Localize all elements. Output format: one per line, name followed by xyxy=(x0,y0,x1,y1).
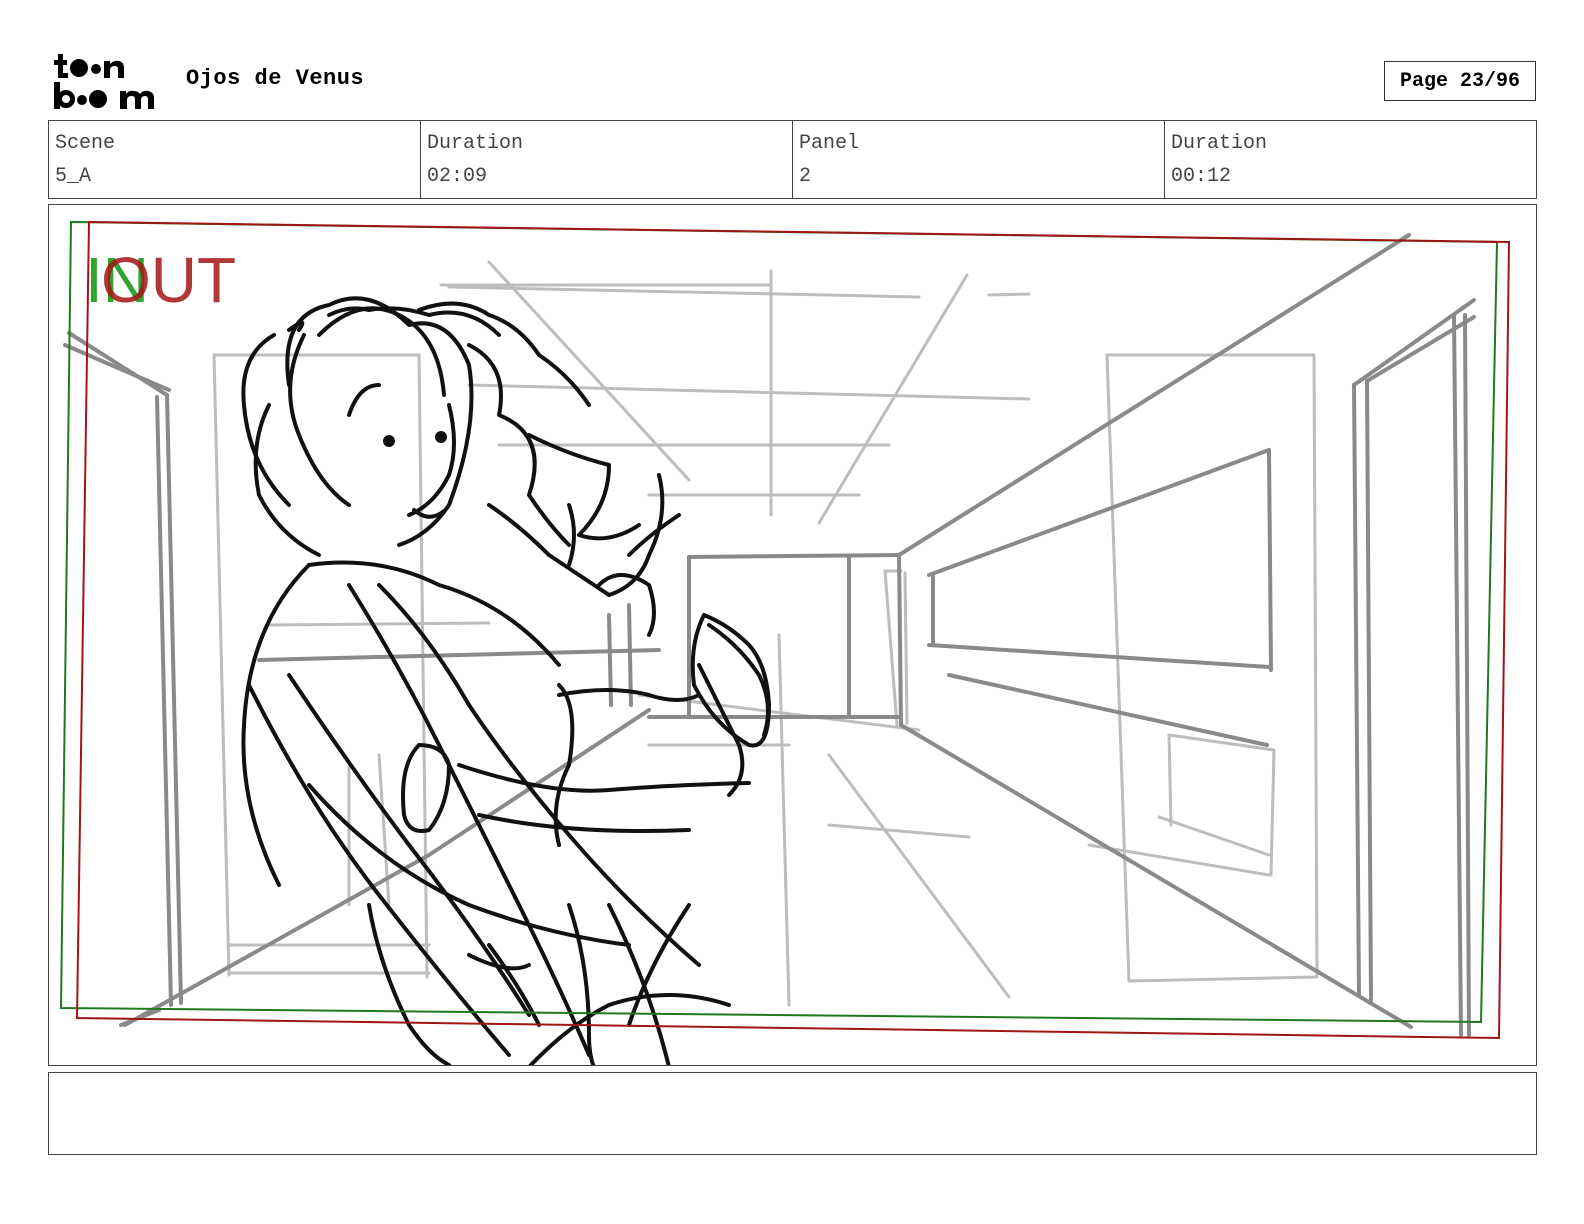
scene-duration-label: Duration xyxy=(427,132,524,155)
out-label: OUT xyxy=(101,244,237,316)
toon-boom-logo xyxy=(54,54,154,109)
out-frame-guide xyxy=(75,220,1511,1040)
storyboard-panel: IN OUT xyxy=(48,204,1537,1066)
project-title: Ojos de Venus xyxy=(186,66,365,91)
page-number: Page 23/96 xyxy=(1384,61,1536,101)
panel-duration-value: 00:12 xyxy=(1171,165,1232,188)
panel-cell: Panel 2 xyxy=(793,121,1165,198)
storyboard-sketch xyxy=(59,220,1511,1065)
panel-value: 2 xyxy=(799,165,812,188)
panel-notes[interactable] xyxy=(48,1072,1537,1155)
scene-label: Scene xyxy=(55,132,116,155)
scene-value: 5_A xyxy=(55,165,92,188)
scene-duration-cell: Duration 02:09 xyxy=(421,121,793,198)
in-frame-guide xyxy=(59,220,1499,1024)
scene-duration-value: 02:09 xyxy=(427,165,488,188)
panel-label: Panel xyxy=(799,132,860,155)
panel-duration-label: Duration xyxy=(1171,132,1268,155)
panel-duration-cell: Duration 00:12 xyxy=(1165,121,1536,198)
scene-cell: Scene 5_A xyxy=(49,121,421,198)
panel-info-table: Scene 5_A Duration 02:09 Panel 2 Duratio… xyxy=(48,120,1537,199)
